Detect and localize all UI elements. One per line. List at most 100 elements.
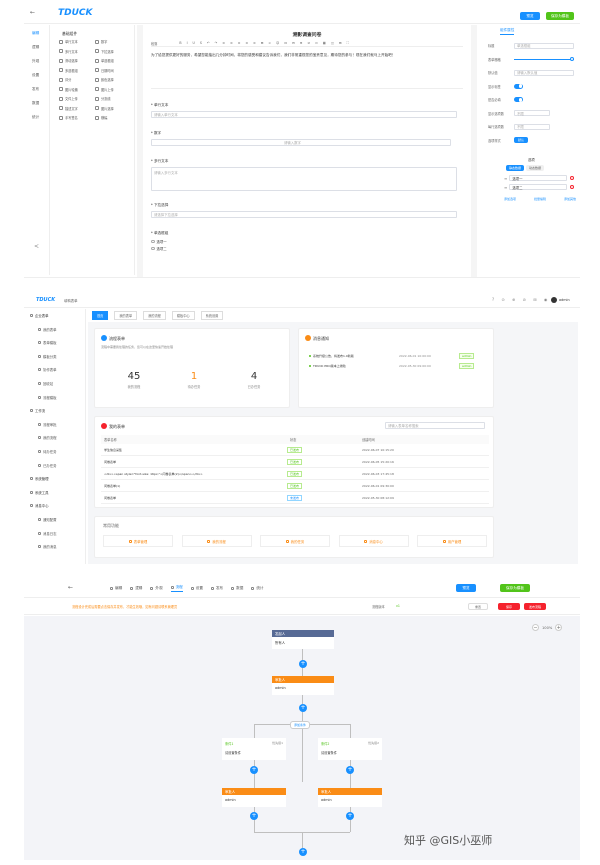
add-node-button[interactable]: + [250,766,258,774]
form-title[interactable]: 溯影调查问卷 [143,31,471,38]
option-link[interactable]: 添加其他 [564,197,576,201]
add-condition-button[interactable]: 添加条件 [290,721,311,729]
add-node-button[interactable]: + [299,848,307,856]
sidebar-item[interactable]: 工作流 [30,408,45,413]
grid-slider[interactable] [514,57,574,62]
editor-nav-item[interactable]: 发布 [32,87,39,92]
approve-node-branch-2[interactable]: 审批人 admin [318,788,382,807]
palette-item[interactable]: 单选框组 [95,58,129,63]
drag-handle-icon[interactable]: ≡ [504,176,507,181]
quick-action-button[interactable]: 消息中心 [338,535,409,547]
header-icons[interactable]: ? ⊙ ⊕ ⊘ ⊞ ◉ [492,297,550,302]
stat-item[interactable]: 4 已办任务 [229,371,279,389]
palette-item[interactable]: 文件上传 [59,96,93,101]
stat-item[interactable]: 1 待办任务 [169,371,219,389]
user-name[interactable]: admin [559,298,570,302]
version-select[interactable]: v1 [396,604,400,608]
sidebar-item[interactable]: 系统管理 [30,476,49,481]
palette-item[interactable]: 横幅 [95,115,129,120]
form-question[interactable]: * 单行文本 请输入单行文本 [151,103,463,118]
table-row[interactable]: 学生信息采集 已发布 2022-06-07 10:15:20 [101,444,489,456]
form-question[interactable]: * 单选框组 选项一 选项二 [151,231,463,253]
sidebar-item[interactable]: 系统工具 [30,490,49,495]
page-tab[interactable]: 系统设置 [200,311,224,320]
add-node-button[interactable]: + [299,704,307,712]
palette-item[interactable]: 描述文字 [59,106,93,111]
save-template-button[interactable]: 保存为模板 [546,12,574,20]
quick-action-button[interactable]: 我的流程 [181,535,252,547]
zoom-controls[interactable]: − 100% + [532,624,563,631]
question-input[interactable]: 请选择下拉选择 [151,211,457,218]
prop-input[interactable]: 请输入默认值 [514,69,574,76]
palette-item[interactable]: 颜色选择 [95,77,129,82]
sidebar-item[interactable]: 流程模板 [38,395,57,400]
preview-button[interactable]: 预览 [520,12,540,20]
sidebar-item[interactable]: 待办任务 [38,449,57,454]
option-input[interactable]: 选项一 [509,175,568,181]
flow-tab[interactable]: 外观 [150,586,163,592]
add-node-button[interactable]: + [250,812,258,820]
form-description[interactable]: 为了给您提供更好的服务，希望您能抽出几分钟时间，将您的感受和建议告诉我们，我们非… [151,53,457,59]
table-row[interactable]: 问卷表单(1) 已发布 2022-06-01 09:30:00 [101,480,489,492]
editor-nav-item[interactable]: 统计 [32,115,39,120]
zoom-in-button[interactable]: + [555,624,563,631]
quick-action-button[interactable]: 表单管理 [103,535,173,547]
option-link[interactable]: 添加选项 [504,197,516,201]
zoom-out-button[interactable]: − [532,624,539,631]
prop-input[interactable]: 不限 [514,110,550,117]
editor-nav-item[interactable]: 设置 [32,73,39,78]
sidebar-item[interactable]: 已办任务 [38,463,57,468]
notice-item[interactable]: TDUCK PRO版本上线啦 2022-05-30 09:00:00 admin [309,361,489,371]
add-node-button[interactable]: + [299,660,307,668]
sidebar-item[interactable]: 企业表单 [30,313,49,318]
stat-item[interactable]: 45 我的流程 [109,371,159,389]
palette-item[interactable]: 多行文本 [59,49,93,54]
palette-item[interactable]: 滑动选择 [59,58,93,63]
sidebar-item[interactable]: 我的表单 [38,327,57,332]
palette-item[interactable]: 单行文本 [59,39,93,44]
approve-node[interactable]: 审批人 admin [272,676,334,695]
question-input[interactable]: 请输入数字 [151,139,451,146]
flow-tab[interactable]: 设置 [190,586,203,592]
page-tab[interactable]: 首页 [92,311,109,320]
sidebar-item[interactable]: 通知配置 [38,517,57,522]
palette-item[interactable]: 下拉选择 [95,49,129,54]
editor-nav-item[interactable]: 外观 [32,59,39,64]
form-question[interactable]: * 数字 请输入数字 [151,131,463,146]
toggle-switch[interactable] [514,83,523,89]
radio-option[interactable]: 选项一 [151,239,463,244]
approve-node-branch-1[interactable]: 审批人 admin [222,788,286,807]
option-item[interactable]: ≡ 选项二 [504,184,576,190]
option-link[interactable]: 批量编辑 [534,197,546,201]
sidebar-item[interactable]: 消息中心 [30,503,49,508]
table-row[interactable]: 问卷表单 已发布 2022-06-05 15:20:16 [101,456,489,468]
start-node[interactable]: 发起人 所有人 [272,630,334,649]
dynamic-data-tab[interactable]: 动态数据 [526,165,544,171]
flow-preview-button[interactable]: 预览 [456,584,476,592]
rich-text-toolbar[interactable]: 段落 B I U S ↶ ↷ ≡ ≡ ≡ ≡ ≡ ⊞ ∞ ☺ ⊡ ⊟ ⊕ ⊘ ⊙… [151,40,463,47]
property-tab[interactable]: 组件属性 [500,28,515,35]
flow-tab[interactable]: 流程 [170,585,183,592]
back-arrow-icon[interactable]: ← [30,9,35,16]
sidebar-item[interactable]: 模板分类 [38,354,57,359]
page-tab[interactable]: 我的表单 [114,311,138,320]
form-question[interactable]: * 多行文本 请输入多行文本 [151,159,463,191]
notice-item[interactable]: 系统升级公告，将发布1.0新版 2022-06-01 10:00:00 admin [309,351,489,361]
flow-canvas[interactable]: − 100% + 发起人 所有人 + 审批人 admin + 添加条件 条件1 … [24,616,580,860]
option-style-default[interactable]: 默认 [514,137,528,144]
editor-nav-item[interactable]: 数据 [32,101,39,106]
question-input[interactable]: 请输入单行文本 [151,111,457,118]
avatar[interactable] [551,297,557,303]
palette-item[interactable]: 图片上传 [95,87,129,92]
sidebar-item[interactable]: 流程审批 [38,422,57,427]
palette-item[interactable]: 图片轮播 [59,87,93,92]
form-search-input[interactable]: 请输入表单名称搜索 [385,422,485,429]
form-question[interactable]: * 下拉选择 请选择下拉选择 [151,203,463,218]
option-input[interactable]: 选项二 [509,184,568,190]
remove-option-icon[interactable] [570,176,575,180]
palette-item[interactable]: 数字 [95,39,129,44]
sidebar-item[interactable]: 协作表单 [38,367,57,372]
flow-tab[interactable]: 发布 [210,586,223,592]
radio-option[interactable]: 选项二 [151,246,463,251]
sidebar-item[interactable]: 回收站 [38,381,53,386]
